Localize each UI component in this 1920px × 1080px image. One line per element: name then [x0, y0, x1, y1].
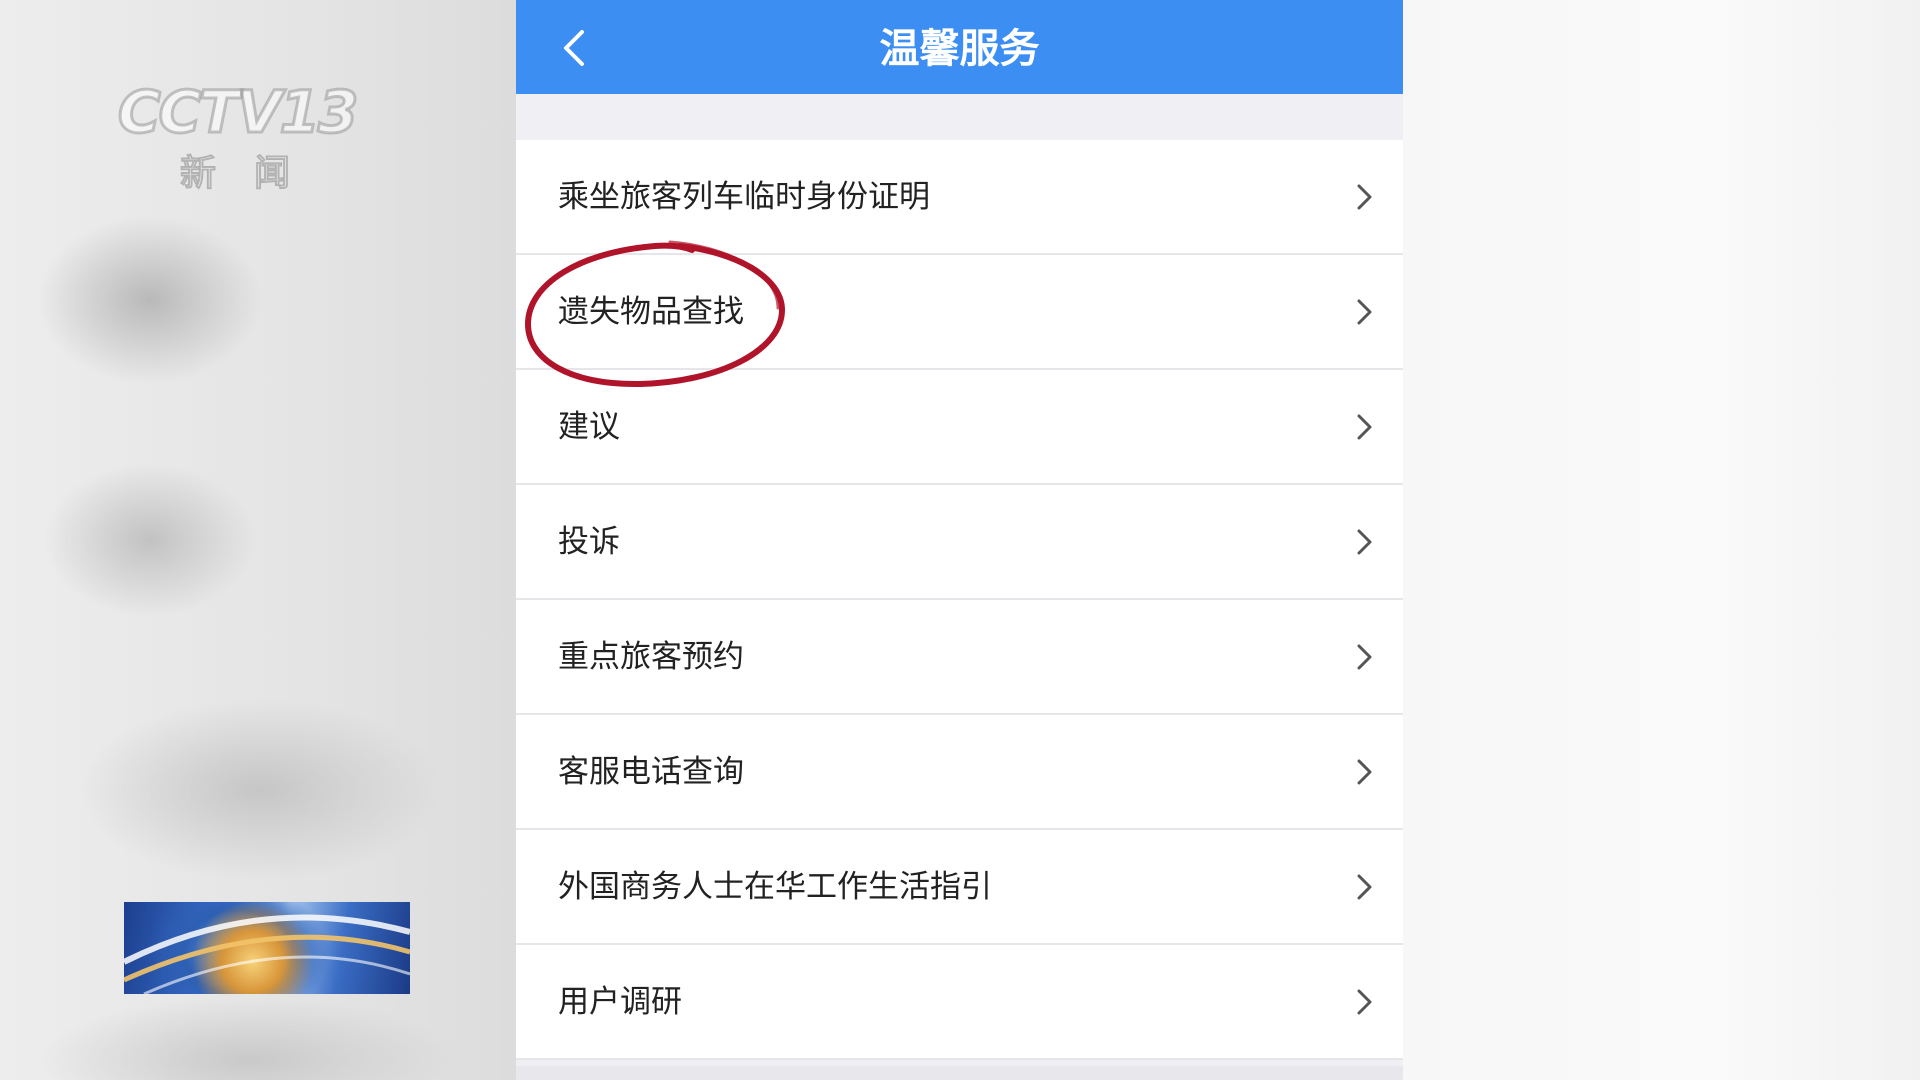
app-screen: 温馨服务 乘坐旅客列车临时身份证明 遗失物品查找 建议 投诉 重点旅客预约 客服…: [516, 0, 1403, 1080]
globe-thumbnail: [124, 902, 410, 994]
page-title: 温馨服务: [879, 26, 1040, 72]
chevron-right-icon: [1357, 989, 1372, 1015]
menu-item-label: 客服电话查询: [558, 754, 744, 790]
chevron-right-icon: [1357, 759, 1372, 785]
menu-item-label: 建议: [558, 409, 620, 445]
logo-channel-text: 新闻: [179, 152, 329, 195]
chevron-right-icon: [1357, 299, 1372, 325]
menu-item-temporary-id[interactable]: 乘坐旅客列车临时身份证明: [516, 140, 1403, 255]
menu-item-user-survey[interactable]: 用户调研: [516, 945, 1403, 1060]
chevron-left-icon: [564, 30, 584, 66]
menu-item-label: 重点旅客预约: [558, 639, 744, 675]
service-menu-list: 乘坐旅客列车临时身份证明 遗失物品查找 建议 投诉 重点旅客预约 客服电话查询 …: [516, 140, 1403, 1060]
menu-item-label: 投诉: [558, 524, 620, 560]
chevron-right-icon: [1357, 184, 1372, 210]
menu-item-label: 用户调研: [558, 984, 682, 1020]
bottom-divider: [516, 1066, 1403, 1080]
menu-item-priority-passenger[interactable]: 重点旅客预约: [516, 600, 1403, 715]
chevron-right-icon: [1357, 529, 1372, 555]
navigation-bar: 温馨服务: [516, 0, 1403, 94]
menu-item-customer-service-phone[interactable]: 客服电话查询: [516, 715, 1403, 830]
blurred-background-right: [1403, 0, 1920, 1080]
menu-item-foreign-business-guide[interactable]: 外国商务人士在华工作生活指引: [516, 830, 1403, 945]
menu-item-complaint[interactable]: 投诉: [516, 485, 1403, 600]
menu-item-label: 外国商务人士在华工作生活指引: [558, 869, 992, 905]
chevron-right-icon: [1357, 644, 1372, 670]
chevron-right-icon: [1357, 414, 1372, 440]
cctv-13-logo: CCTV13 新闻: [116, 77, 378, 196]
logo-text: CCTV13: [116, 77, 359, 148]
back-button[interactable]: [554, 26, 598, 70]
menu-item-label: 遗失物品查找: [558, 294, 744, 330]
chevron-right-icon: [1357, 874, 1372, 900]
menu-item-label: 乘坐旅客列车临时身份证明: [558, 179, 930, 215]
menu-item-lost-items[interactable]: 遗失物品查找: [516, 255, 1403, 370]
globe-arc-icon: [124, 914, 410, 994]
menu-item-suggestion[interactable]: 建议: [516, 370, 1403, 485]
